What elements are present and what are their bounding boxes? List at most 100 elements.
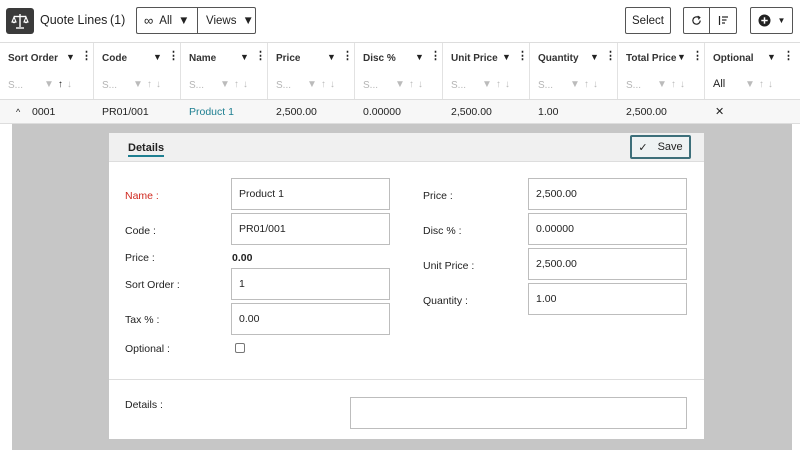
filter-placeholder: S... — [363, 80, 379, 91]
cell-optional: ✕ — [715, 106, 725, 118]
filter-cell[interactable]: S... ▼↑↓ — [181, 72, 268, 99]
filter-cell[interactable]: S... ▼↑↓ — [94, 72, 181, 99]
unit-price-field[interactable]: 2,500.00 — [528, 248, 687, 280]
filter-controls[interactable]: ▼↑↓ — [44, 79, 76, 90]
column-title: Sort Order — [8, 53, 59, 64]
filter-controls[interactable]: ▼↑↓ — [395, 79, 427, 90]
optional-checkbox[interactable] — [235, 343, 245, 353]
plus-circle-icon — [758, 14, 771, 27]
filter-controls[interactable]: ▼↑↓ — [482, 79, 514, 90]
filter-icon[interactable]: ▼ — [153, 52, 162, 62]
filter-row: S... ▼↑↓ S... ▼↑↓ S... ▼↑↓ S... ▼↑↓ S...… — [0, 72, 800, 100]
column-header-disc[interactable]: Disc % ▼ ⋮ — [355, 43, 443, 72]
column-header-sort-order[interactable]: Sort Order ▼ ⋮ — [0, 43, 94, 72]
filter-icon[interactable]: ▼ — [502, 52, 511, 62]
column-header-price[interactable]: Price ▼ ⋮ — [268, 43, 355, 72]
filter-placeholder: S... — [189, 80, 205, 91]
right-price-label: Price : — [423, 190, 453, 202]
scales-icon — [6, 8, 34, 34]
tax-field[interactable]: 0.00 — [231, 303, 390, 335]
filter-icon[interactable]: ▼ — [240, 52, 249, 62]
filter-placeholder: S... — [276, 80, 292, 91]
filter-icon[interactable]: ▼ — [66, 52, 75, 62]
sort-icon — [718, 16, 728, 25]
caret-down-icon: ▼ — [242, 14, 254, 27]
refresh-button[interactable] — [683, 7, 710, 34]
collapse-icon[interactable]: ^ — [16, 107, 20, 117]
filter-placeholder: S... — [626, 80, 642, 91]
filter-cell[interactable]: S... ▼↑↓ — [268, 72, 355, 99]
filter-label: All — [159, 14, 173, 27]
column-menu-icon[interactable]: ⋮ — [517, 51, 528, 62]
quantity-label: Quantity : — [423, 295, 468, 307]
filter-value[interactable]: All — [713, 78, 725, 90]
filter-icon[interactable]: ▼ — [415, 52, 424, 62]
column-menu-icon[interactable]: ⋮ — [255, 51, 266, 62]
column-header-unit-price[interactable]: Unit Price ▼ ⋮ — [443, 43, 530, 72]
filter-icon[interactable]: ▼ — [677, 52, 686, 62]
column-header-total-price[interactable]: Total Price ▼ ⋮ — [618, 43, 705, 72]
code-label: Code : — [125, 225, 156, 237]
table-row[interactable]: ^ 0001 PR01/001 Product 1 2,500.00 0.000… — [0, 100, 800, 124]
code-field[interactable]: PR01/001 — [231, 213, 390, 245]
filter-controls[interactable]: ▼↑↓ — [220, 79, 252, 90]
column-title: Disc % — [363, 53, 396, 64]
column-header-optional[interactable]: Optional ▼ ⋮ — [705, 43, 800, 72]
tab-details[interactable]: Details — [128, 142, 165, 157]
caret-down-icon: ▼ — [777, 16, 786, 25]
filter-controls[interactable]: ▼↑↓ — [307, 79, 339, 90]
filter-controls[interactable]: ▼↑↓ — [657, 79, 689, 90]
filter-cell[interactable]: S... ▼↑↓ — [443, 72, 530, 99]
right-price-field[interactable]: 2,500.00 — [528, 178, 687, 210]
filter-dropdown[interactable]: ∞ All ▼ — [136, 7, 198, 34]
column-menu-icon[interactable]: ⋮ — [692, 51, 703, 62]
filter-placeholder: S... — [538, 80, 554, 91]
filter-icon[interactable]: ▼ — [590, 52, 599, 62]
column-menu-icon[interactable]: ⋮ — [342, 51, 353, 62]
filter-cell[interactable]: S... ▼↑↓ — [530, 72, 618, 99]
details-field[interactable] — [350, 397, 687, 429]
column-menu-icon[interactable]: ⋮ — [168, 51, 179, 62]
sort-order-label: Sort Order : — [125, 279, 180, 291]
disc-field[interactable]: 0.00000 — [528, 213, 687, 245]
column-header-quantity[interactable]: Quantity ▼ ⋮ — [530, 43, 618, 72]
views-label: Views — [206, 14, 237, 27]
views-dropdown[interactable]: Views ▼ — [197, 7, 256, 34]
column-menu-icon[interactable]: ⋮ — [605, 51, 616, 62]
cell-name-link[interactable]: Product 1 — [189, 106, 234, 118]
sort-button[interactable] — [709, 7, 737, 34]
sort-ascending-icon[interactable]: ↑ — [58, 79, 67, 90]
save-button[interactable]: ✓ Save — [630, 135, 691, 159]
optional-label: Optional : — [125, 343, 170, 355]
filter-controls[interactable]: ▼↑↓ — [133, 79, 165, 90]
filter-icon[interactable]: ▼ — [767, 52, 776, 62]
filter-cell[interactable]: S... ▼↑↓ — [355, 72, 443, 99]
record-count: (1) — [110, 13, 126, 27]
quantity-field[interactable]: 1.00 — [528, 283, 687, 315]
save-label: Save — [657, 141, 683, 153]
cell-quantity: 1.00 — [538, 106, 559, 118]
column-menu-icon[interactable]: ⋮ — [430, 51, 441, 62]
filter-icon[interactable]: ▼ — [327, 52, 336, 62]
column-title: Total Price — [626, 53, 677, 64]
add-button[interactable]: ▼ — [750, 7, 793, 34]
column-title: Name — [189, 53, 217, 64]
filter-controls[interactable]: ▼↑↓ — [570, 79, 602, 90]
filter-cell[interactable]: S... ▼↑↓ — [0, 72, 94, 99]
column-header-name[interactable]: Name ▼ ⋮ — [181, 43, 268, 72]
column-header-code[interactable]: Code ▼ ⋮ — [94, 43, 181, 72]
select-button[interactable]: Select — [625, 7, 671, 34]
cell-disc: 0.00000 — [363, 106, 401, 118]
name-field[interactable]: Product 1 — [231, 178, 390, 210]
cell-code: PR01/001 — [102, 106, 149, 118]
column-menu-icon[interactable]: ⋮ — [81, 51, 92, 62]
disc-label: Disc % : — [423, 225, 462, 237]
sort-order-field[interactable]: 1 — [231, 268, 390, 300]
unit-price-label: Unit Price : — [423, 260, 475, 272]
filter-controls[interactable]: ▼↑↓ — [745, 79, 777, 90]
filter-cell[interactable]: All ▼↑↓ — [705, 72, 800, 99]
column-title: Price — [276, 53, 301, 64]
column-menu-icon[interactable]: ⋮ — [783, 51, 794, 62]
cell-price: 2,500.00 — [276, 106, 317, 118]
filter-cell[interactable]: S... ▼↑↓ — [618, 72, 705, 99]
